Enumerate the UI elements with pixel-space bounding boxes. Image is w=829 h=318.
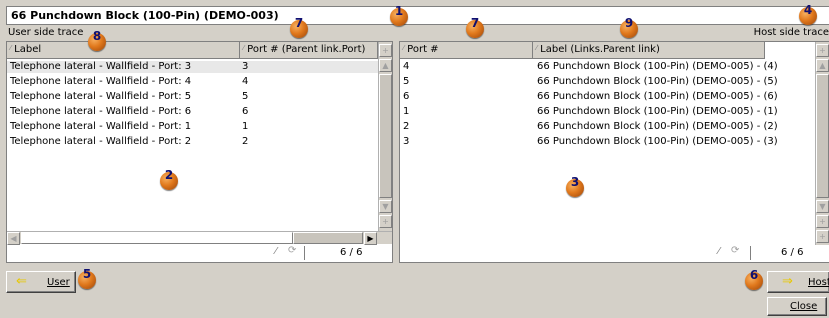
table-row[interactable]: Telephone lateral - Wallfield - Port: 4 … — [7, 76, 378, 88]
scroll-down-button[interactable]: ▼ — [379, 200, 392, 213]
record-count: 6 / 6 — [781, 247, 804, 258]
callout-badge-3: 3 — [566, 175, 584, 197]
callout-badge-7: 7 — [466, 16, 484, 38]
callout-badge-8: 8 — [88, 29, 106, 51]
column-header-port[interactable]: ⁄ Port # (Parent link.Port) — [240, 42, 378, 59]
scroll-up-button[interactable]: ▲ — [816, 59, 829, 72]
scroll-add-button[interactable]: + — [816, 215, 829, 228]
callout-badge-6: 6 — [745, 268, 763, 290]
scroll-add-button[interactable]: + — [379, 44, 392, 57]
scroll-track[interactable] — [21, 232, 293, 244]
filter-icon: ⁄ — [275, 246, 277, 257]
arrow-right-icon: ⇒ — [782, 274, 793, 289]
column-header-port[interactable]: ⁄ Port # — [400, 42, 533, 59]
table-row[interactable]: Telephone lateral - Wallfield - Port: 6 … — [7, 106, 378, 118]
scroll-left-button[interactable]: ◀ — [7, 232, 20, 245]
column-header-label[interactable]: ⁄ Label (Links.Parent link) — [533, 42, 765, 59]
table-row[interactable]: 3 66 Punchdown Block (100-Pin) (DEMO-005… — [400, 136, 815, 148]
scroll-thumb[interactable] — [816, 74, 829, 198]
user-side-trace-label: User side trace — [8, 27, 84, 38]
column-header-label[interactable]: ⁄ Label — [7, 42, 240, 59]
host-side-list[interactable]: ⁄ Port # ⁄ Label (Links.Parent link) 4 66 … — [399, 41, 829, 263]
status-bar: ⁄ ⟳ 6 / 6 — [7, 245, 392, 260]
sort-icon: ⁄ — [536, 44, 538, 52]
record-count: 6 / 6 — [340, 247, 363, 258]
vertical-scrollbar[interactable]: + ▲ ▼ + + — [815, 42, 829, 245]
scroll-thumb[interactable] — [379, 74, 392, 198]
scroll-up-button[interactable]: ▲ — [379, 59, 392, 72]
callout-badge-5: 5 — [78, 267, 96, 289]
callout-badge-4: 4 — [799, 3, 817, 25]
divider — [750, 246, 751, 260]
close-button[interactable]: Close — [767, 297, 827, 316]
status-bar: ⁄ ⟳ 6 / 6 — [400, 245, 815, 260]
scroll-thumb[interactable] — [293, 232, 363, 244]
table-row[interactable]: Telephone lateral - Wallfield - Port: 5 … — [7, 91, 378, 103]
table-row[interactable]: 1 66 Punchdown Block (100-Pin) (DEMO-005… — [400, 106, 815, 118]
refresh-icon: ⟳ — [731, 245, 740, 256]
table-row[interactable]: 4 66 Punchdown Block (100-Pin) (DEMO-005… — [400, 61, 815, 73]
scroll-right-button[interactable]: ▶ — [364, 232, 377, 245]
sort-icon: ⁄ — [403, 44, 405, 52]
callout-badge-2: 2 — [160, 168, 178, 190]
table-row[interactable]: 6 66 Punchdown Block (100-Pin) (DEMO-005… — [400, 91, 815, 103]
window-title-bar: 66 Punchdown Block (100-Pin) (DEMO-003) — [6, 6, 829, 25]
refresh-icon: ⟳ — [288, 245, 297, 256]
divider — [304, 246, 305, 260]
window-title: 66 Punchdown Block (100-Pin) (DEMO-003) — [11, 9, 279, 22]
user-button[interactable]: ⇐ User — [6, 271, 76, 293]
table-row[interactable]: Telephone lateral - Wallfield - Port: 1 … — [7, 121, 378, 133]
table-row[interactable]: Telephone lateral - Wallfield - Port: 3 … — [7, 61, 378, 73]
user-side-list[interactable]: ⁄ Label ⁄ Port # (Parent link.Port) Teleph… — [6, 41, 393, 263]
scroll-add-button[interactable]: + — [379, 215, 392, 228]
horizontal-scrollbar[interactable]: ◀ ▶ — [7, 231, 392, 245]
callout-badge-1: 1 — [390, 4, 408, 26]
scroll-add-button[interactable]: + — [816, 230, 829, 243]
table-row[interactable]: 5 66 Punchdown Block (100-Pin) (DEMO-005… — [400, 76, 815, 88]
vertical-scrollbar[interactable]: + ▲ ▼ + — [378, 42, 392, 231]
filter-icon: ⁄ — [718, 246, 720, 257]
arrow-left-icon: ⇐ — [16, 274, 27, 289]
table-row[interactable]: 2 66 Punchdown Block (100-Pin) (DEMO-005… — [400, 121, 815, 133]
sort-icon: ⁄ — [243, 44, 245, 52]
scroll-add-button[interactable]: + — [816, 44, 829, 57]
scroll-down-button[interactable]: ▼ — [816, 200, 829, 213]
host-button[interactable]: ⇒ Host — [767, 271, 829, 293]
callout-badge-7: 7 — [290, 16, 308, 38]
sort-icon: ⁄ — [10, 44, 12, 52]
table-row[interactable]: Telephone lateral - Wallfield - Port: 2 … — [7, 136, 378, 148]
host-side-trace-label: Host side trace — [753, 27, 829, 38]
callout-badge-9: 9 — [620, 16, 638, 38]
